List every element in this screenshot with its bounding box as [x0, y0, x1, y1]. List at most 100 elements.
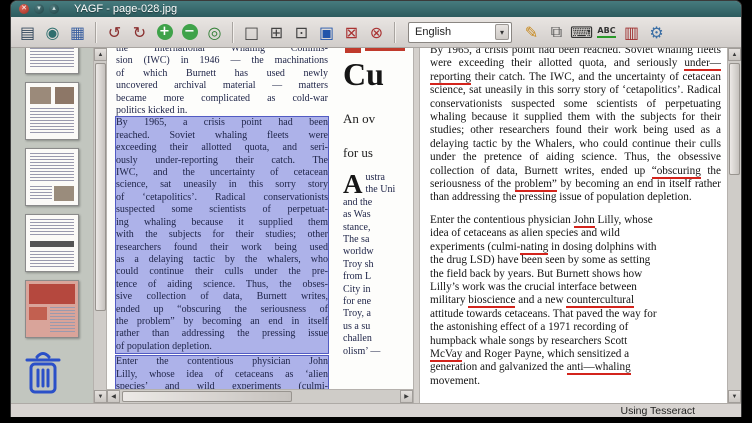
scan-text-line: the problem” by becoming an end in itsel…	[116, 316, 328, 328]
maximize-button[interactable]: ▴	[49, 4, 59, 14]
scroll-up-icon[interactable]: ▲	[94, 48, 107, 61]
original-size-icon: ◎	[208, 23, 222, 42]
minimize-button[interactable]: ▾	[34, 4, 44, 14]
scan-text-line: species’ and wild experiments (culmi-	[116, 381, 328, 389]
language-value: English	[415, 26, 451, 38]
thumb-art	[30, 219, 74, 237]
scroll-down-icon[interactable]: ▼	[728, 390, 741, 403]
ocr-scrollbar[interactable]: ▲ ▼	[727, 48, 741, 403]
scanned-page[interactable]: the International Whaling Commis-sion (I…	[107, 48, 413, 389]
minus-icon: −	[182, 24, 198, 40]
ocr-text-segment: movement.	[430, 375, 480, 387]
scan-text-line: became more complicated as cold-war	[116, 93, 328, 105]
fit-page-button[interactable]: ⊡	[289, 20, 314, 45]
ocr-text-segment: By 1965, a crisis point had been reached…	[430, 48, 721, 69]
app-window: ✕ ▾ ▴ YAGF - page-028.jpg ▤ ◉▦ ↺↻ +−◎ □ ⊞ ⊡ ▣⊠ ⊗…	[10, 0, 742, 417]
toolbar-separator	[95, 22, 97, 43]
trash-icon[interactable]	[23, 349, 63, 397]
chevron-down-icon[interactable]: ▾	[495, 24, 509, 40]
rotate-left-button[interactable]: ↺	[102, 20, 127, 45]
title-bar[interactable]: ✕ ▾ ▴ YAGF - page-028.jpg	[11, 1, 741, 17]
scroll-up-icon[interactable]: ▲	[728, 48, 741, 61]
zoom-out-button[interactable]: −	[177, 20, 202, 45]
scan-button[interactable]: ▤	[15, 20, 40, 45]
scan-text-line: of which Burnett has used newly	[116, 68, 328, 80]
language-select[interactable]: English ▾	[408, 22, 512, 43]
clear-region-button[interactable]: ⊠	[339, 20, 364, 45]
settings-button[interactable]: ⚙	[644, 20, 669, 45]
ocr-scrollbar-handle[interactable]	[729, 63, 740, 175]
scroll-down-icon[interactable]: ▼	[94, 390, 107, 403]
thumbnail-page[interactable]	[25, 214, 79, 272]
thumb-art	[30, 153, 74, 183]
panel-splitter[interactable]	[413, 48, 420, 403]
dictionary-button[interactable]: ▥	[619, 20, 644, 45]
scan-text-line: as Was	[343, 209, 413, 221]
close-button[interactable]: ✕	[19, 4, 29, 14]
scanner-icon: ▤	[20, 23, 35, 42]
ocr-paragraph: Enter the contentious physician John Lil…	[430, 214, 662, 388]
ocr-text-segment: and a new	[515, 294, 566, 306]
original-size-button[interactable]: ◎	[202, 20, 227, 45]
pencil-icon: ✎	[525, 23, 538, 42]
scan-text-line: suspected some scientists of perpetuat-	[116, 204, 328, 216]
recognize-button[interactable]: ▣	[314, 20, 339, 45]
scroll-right-icon[interactable]: ▶	[400, 390, 413, 403]
thumbnail-page[interactable]	[25, 82, 79, 140]
thumbnail-page[interactable]	[25, 48, 79, 74]
scroll-left-icon[interactable]: ◀	[107, 390, 120, 403]
thumb-art	[30, 87, 51, 104]
scan-text-line: sive collection of data, Burnett writes,	[116, 291, 328, 303]
selection-region-1[interactable]: By 1965, a crisis point had beenreached.…	[116, 117, 328, 353]
rotate-right-button[interactable]: ↻	[127, 20, 152, 45]
scan-text-line: worldw	[343, 246, 413, 258]
scan-view[interactable]: the International Whaling Commis-sion (I…	[107, 48, 413, 403]
copy-text-button[interactable]: ⧉	[544, 20, 569, 45]
article-heading: Cu	[343, 55, 413, 93]
thumbnail-page[interactable]	[25, 148, 79, 206]
scan-column-1: the International Whaling Commis-sion (I…	[116, 48, 328, 389]
scan-text-line: the International Whaling Commis-	[116, 48, 328, 55]
zoom-in-button[interactable]: +	[152, 20, 177, 45]
scan-text-line: challen	[343, 333, 413, 345]
toolbar-separator	[232, 22, 234, 43]
gear-icon: ⚙	[649, 23, 663, 42]
selection-region-2[interactable]: Enter the contentious physician JohnLill…	[116, 356, 328, 389]
scan-horizontal-scrollbar[interactable]: ◀ ▶	[107, 389, 413, 403]
ocr-panel[interactable]: By 1965, a crisis point had been reached…	[420, 48, 727, 403]
select-multiple-button[interactable]: ⊞	[264, 20, 289, 45]
plus-icon: +	[157, 24, 173, 40]
scan-scrollbar-handle[interactable]	[122, 391, 292, 402]
scan-text-line: could continue their culls under the pre…	[116, 266, 328, 278]
clear-all-icon: ⊗	[370, 23, 383, 42]
scan-text-line: reached. Soviet whaling fleets were	[116, 130, 328, 142]
open-image-button[interactable]: ◉	[40, 20, 65, 45]
scan-text-line: researchers found their work being used	[116, 242, 328, 254]
scan-text-line: Troy sh	[343, 259, 413, 271]
clear-all-button[interactable]: ⊗	[364, 20, 389, 45]
spellcheck-icon: ABC	[597, 26, 615, 38]
thumb-art	[29, 307, 47, 320]
save-button[interactable]: ▦	[65, 20, 90, 45]
sidebar-scrollbar-handle[interactable]	[95, 63, 106, 311]
sidebar-scrollbar[interactable]: ▲ ▼	[93, 48, 107, 403]
select-region-icon: □	[244, 23, 259, 42]
ocr-text[interactable]: By 1965, a crisis point had been reached…	[430, 48, 721, 388]
keyboard-button[interactable]: ⌨	[569, 20, 594, 45]
article-subtitle-line2: for us	[343, 143, 413, 163]
main-area: ▲ ▼ the International Whaling Commis-sio…	[11, 48, 741, 403]
ocr-text-segment: Enter the contentious physician	[430, 214, 574, 226]
thumbnail-page[interactable]	[25, 280, 79, 338]
scan-text-line: of population depletion.	[116, 341, 328, 353]
scan-text-line: stance,	[343, 222, 413, 234]
fit-page-icon: ⊡	[295, 23, 308, 42]
misspelled-word: anti—whaling	[567, 361, 631, 375]
scan-text-line: ing whaling because it supplied them	[116, 217, 328, 229]
edit-text-button[interactable]: ✎	[519, 20, 544, 45]
ocr-text-segment: attitude towards cetaceans. That paved t…	[430, 308, 657, 347]
spellcheck-button[interactable]: ABC	[594, 20, 619, 45]
scan-text-line: us a su	[343, 321, 413, 333]
select-region-button[interactable]: □	[239, 20, 264, 45]
thumbnail-sidebar	[11, 48, 93, 403]
scan-text-line: olism’ —	[343, 346, 413, 358]
